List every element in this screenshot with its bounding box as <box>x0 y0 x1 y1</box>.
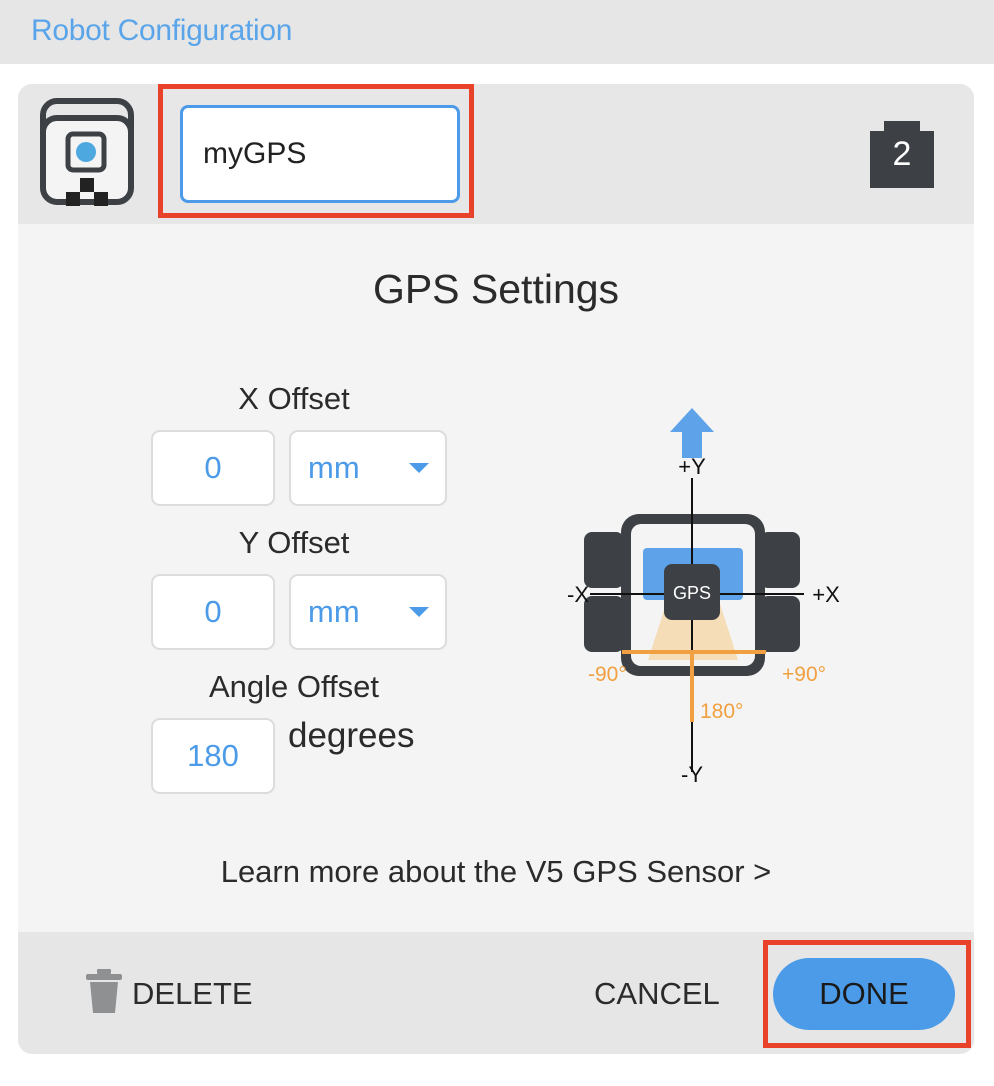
learn-more-link[interactable]: Learn more about the V5 GPS Sensor > <box>18 854 974 890</box>
x-offset-input[interactable]: 0 <box>151 430 275 506</box>
y-offset-label: Y Offset <box>238 525 350 560</box>
x-offset-unit-value: mm <box>308 450 360 485</box>
delete-button[interactable]: DELETE <box>84 966 254 1018</box>
trash-icon <box>86 969 122 1013</box>
sensor-label: GPS <box>673 583 711 603</box>
y-offset-unit-value: mm <box>308 594 360 629</box>
cancel-button[interactable]: CANCEL <box>594 976 720 1012</box>
device-config-dialog: 2 GPS Settings X Offset 0 mm Y Offset 0 … <box>18 84 974 1054</box>
dialog-footer: DELETE CANCEL DONE <box>18 932 974 1054</box>
neg90-label: -90° <box>588 663 627 686</box>
plus-y-label: +Y <box>678 454 706 479</box>
gps-sensor-icon <box>40 98 134 206</box>
angle-offset-label: Angle Offset <box>208 669 380 704</box>
chevron-down-icon <box>409 463 429 473</box>
forward-arrow-icon <box>670 408 714 458</box>
port-number: 2 <box>892 135 912 173</box>
port-badge[interactable]: 2 <box>870 121 934 188</box>
x-offset-label: X Offset <box>238 381 350 416</box>
top-bar: Robot Configuration <box>0 0 994 64</box>
pos90-label: +90° <box>782 663 826 686</box>
dialog-header: 2 <box>18 84 974 224</box>
delete-label: DELETE <box>132 976 253 1011</box>
angle-offset-input[interactable]: 180 <box>151 718 275 794</box>
deg180-label: 180° <box>700 700 743 723</box>
device-name-input[interactable] <box>180 105 460 203</box>
angle-unit-label: degrees <box>288 716 415 755</box>
done-button[interactable]: DONE <box>773 958 955 1030</box>
minus-y-label: -Y <box>681 762 703 784</box>
chevron-down-icon <box>409 607 429 617</box>
y-offset-input[interactable]: 0 <box>151 574 275 650</box>
minus-x-label: -X <box>567 582 589 607</box>
x-offset-unit-select[interactable]: mm <box>289 430 447 506</box>
app-title: Robot Configuration <box>31 14 293 47</box>
section-title: GPS Settings <box>372 266 620 312</box>
y-offset-unit-select[interactable]: mm <box>289 574 447 650</box>
plus-x-label: +X <box>812 582 840 607</box>
gps-orientation-diagram: GPS +Y -Y -X +X -90° +90° 180° <box>567 408 840 784</box>
